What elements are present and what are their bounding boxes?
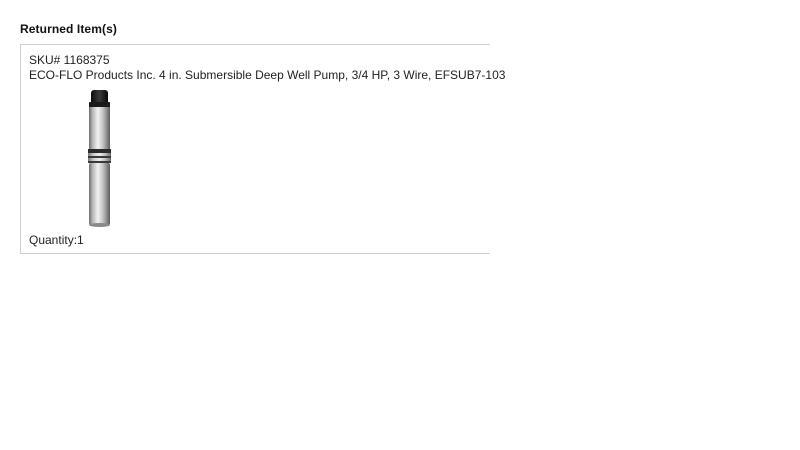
returned-item-card: SKU# 1168375 ECO-FLO Products Inc. 4 in.… [20,44,505,254]
returned-items-heading: Returned Item(s) [20,22,117,36]
item-sku: SKU# 1168375 [29,53,110,67]
submersible-pump-image [88,90,111,227]
item-quantity: Quantity:1 [29,233,84,247]
item-product-name: ECO-FLO Products Inc. 4 in. Submersible … [29,68,506,82]
